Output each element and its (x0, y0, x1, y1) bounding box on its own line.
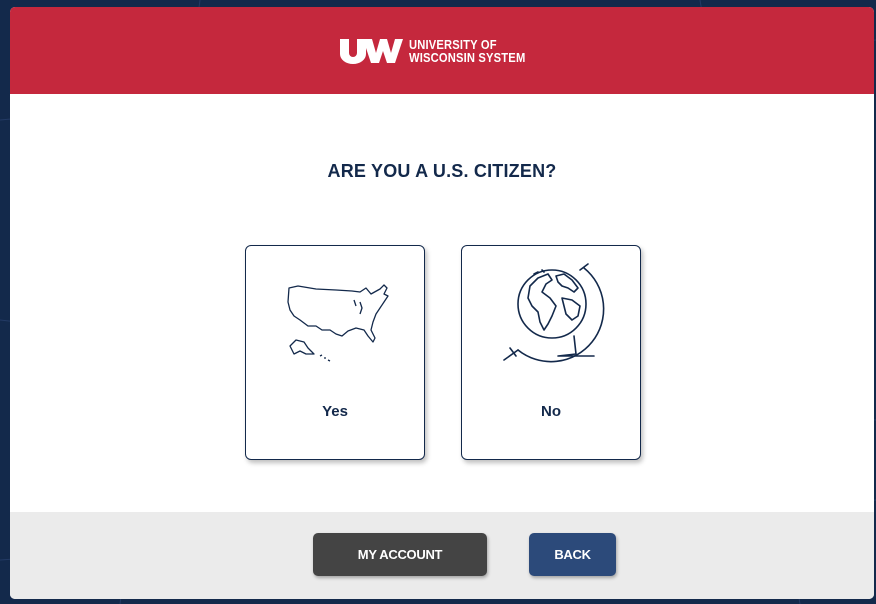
uw-system-logo: UNIVERSITY OF WISCONSIN SYSTEM (339, 38, 544, 64)
yes-option-label: Yes (322, 403, 348, 420)
header-bar: UNIVERSITY OF WISCONSIN SYSTEM (10, 7, 874, 94)
logo-wordmark: UNIVERSITY OF WISCONSIN SYSTEM (409, 38, 525, 64)
page-question: ARE YOU A U.S. CITIZEN? (327, 161, 557, 181)
no-option-card[interactable]: No (461, 245, 641, 460)
back-button[interactable]: BACK (529, 533, 616, 576)
footer-bar: MY ACCOUNT BACK (10, 512, 874, 599)
no-option-label: No (541, 403, 561, 420)
logo-line-2: WISCONSIN SYSTEM (409, 49, 526, 65)
uw-logo-mark (340, 38, 404, 64)
yes-option-card[interactable]: Yes (245, 245, 425, 460)
citizenship-card: UNIVERSITY OF WISCONSIN SYSTEM ARE YOU A… (10, 7, 874, 599)
globe-icon (503, 263, 605, 363)
my-account-button[interactable]: MY ACCOUNT (313, 533, 487, 576)
usa-map-icon (287, 284, 389, 362)
